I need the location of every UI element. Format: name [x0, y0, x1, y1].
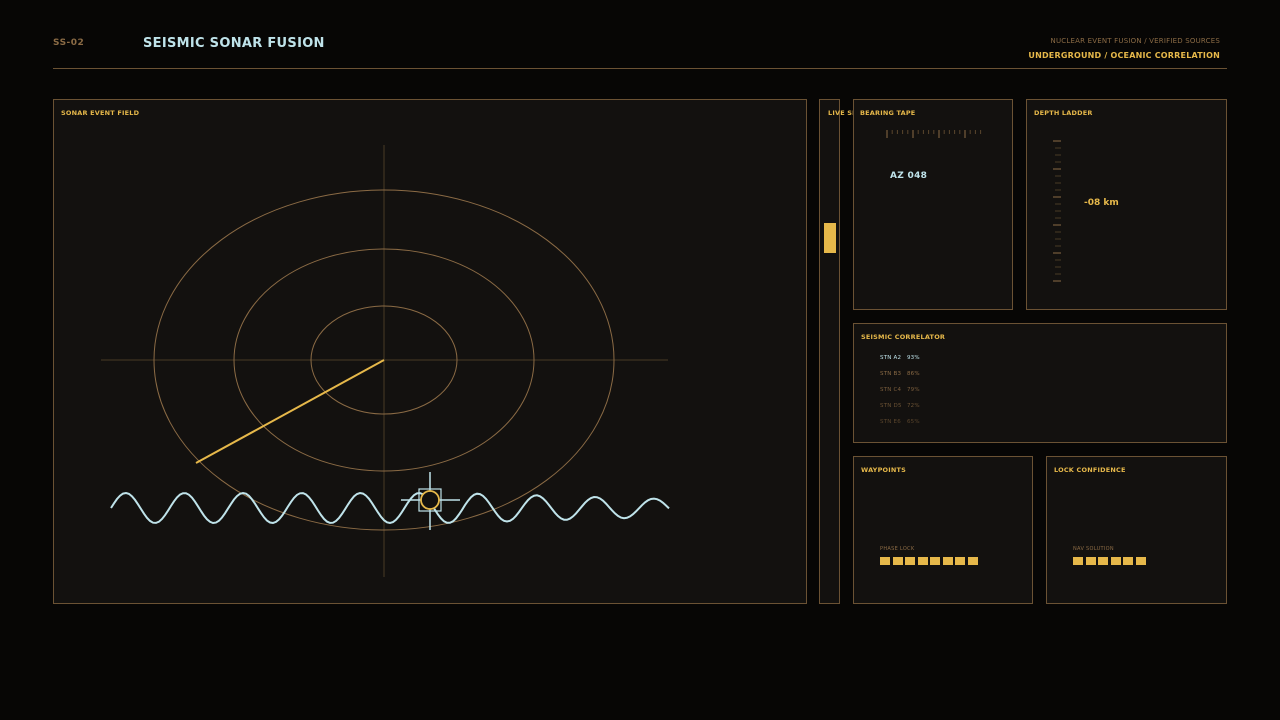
header-divider — [53, 68, 1227, 69]
depth-readout: -08 km — [1084, 198, 1119, 208]
bearing-tape-scale — [886, 130, 982, 138]
station-value: 65% — [906, 419, 920, 425]
sonar-event-field-panel[interactable]: SONAR EVENT FIELD — [53, 99, 807, 604]
correlator-row[interactable]: STN C4 79% — [880, 387, 920, 393]
lock-panel-title: LOCK CONFIDENCE — [1054, 466, 1126, 474]
nav-solution-segment — [1085, 557, 1096, 565]
dashboard: SS-02 SEISMIC SONAR FUSION NUCLEAR EVENT… — [0, 0, 1280, 720]
lock-confidence-panel[interactable]: LOCK CONFIDENCE NAV SOLUTION — [1046, 456, 1227, 604]
azimuth-readout: AZ 048 — [890, 171, 928, 181]
sonar-scope[interactable] — [54, 100, 808, 605]
live-seam-panel[interactable]: LIVE SEAM — [819, 99, 869, 604]
sweep-line — [195, 359, 385, 464]
station-value: 86% — [906, 371, 920, 377]
correlator-row[interactable]: STN D5 72% — [880, 403, 920, 409]
nav-solution-segment — [1110, 557, 1121, 565]
station-value: 79% — [906, 387, 920, 393]
phase-lock-meter — [880, 557, 978, 565]
phase-lock-segment — [917, 557, 928, 565]
phase-lock-segment — [955, 557, 965, 565]
phase-lock-segment — [942, 557, 953, 565]
nav-solution-segment — [1073, 557, 1083, 565]
correlator-panel-title: SEISMIC CORRELATOR — [861, 333, 946, 341]
station-id: STN B3 — [880, 371, 902, 377]
phase-lock-label: PHASE LOCK — [880, 546, 915, 552]
seismic-waveform — [110, 491, 670, 525]
nav-solution-meter — [1073, 557, 1146, 565]
correlator-row[interactable]: STN B3 86% — [880, 371, 920, 377]
station-id: STN E6 — [880, 419, 901, 425]
station-id: STN D5 — [880, 403, 902, 409]
nav-solution-label: NAV SOLUTION — [1073, 546, 1114, 552]
station-value: 72% — [906, 403, 920, 409]
correlator-row[interactable]: STN E6 65% — [880, 419, 920, 425]
phase-lock-segment — [892, 557, 903, 565]
header-subtitle: UNDERGROUND / OCEANIC CORRELATION — [1028, 51, 1220, 60]
depth-ladder-panel[interactable]: DEPTH LADDER -08 km — [1026, 99, 1227, 310]
seam-scroll-marker[interactable] — [824, 223, 836, 253]
nav-solution-segment — [1135, 557, 1146, 565]
station-value: 93% — [906, 355, 920, 361]
depth-ladder-scale — [1053, 140, 1061, 282]
phase-lock-segment — [930, 557, 940, 565]
station-id: STN A2 — [880, 355, 902, 361]
correlator-row[interactable]: STN A2 93% — [880, 355, 920, 361]
bearing-tape-panel[interactable]: BEARING TAPE AZ 048 — [853, 99, 1013, 310]
header-caption: NUCLEAR EVENT FUSION / VERIFIED SOURCES — [1050, 37, 1220, 45]
waypoints-panel-title: WAYPOINTS — [861, 466, 907, 474]
phase-lock-segment — [905, 557, 915, 565]
nav-solution-segment — [1098, 557, 1108, 565]
nav-solution-segment — [1123, 557, 1133, 565]
page-title: SEISMIC SONAR FUSION — [143, 36, 325, 51]
phase-lock-segment — [967, 557, 978, 565]
waypoints-panel[interactable]: WAYPOINTS PHASE LOCK — [853, 456, 1033, 604]
seismic-correlator-panel[interactable]: SEISMIC CORRELATOR STN A2 93% STN B3 86%… — [853, 323, 1227, 443]
screen-code: SS-02 — [53, 38, 85, 48]
phase-lock-segment — [880, 557, 890, 565]
station-id: STN C4 — [880, 387, 902, 393]
